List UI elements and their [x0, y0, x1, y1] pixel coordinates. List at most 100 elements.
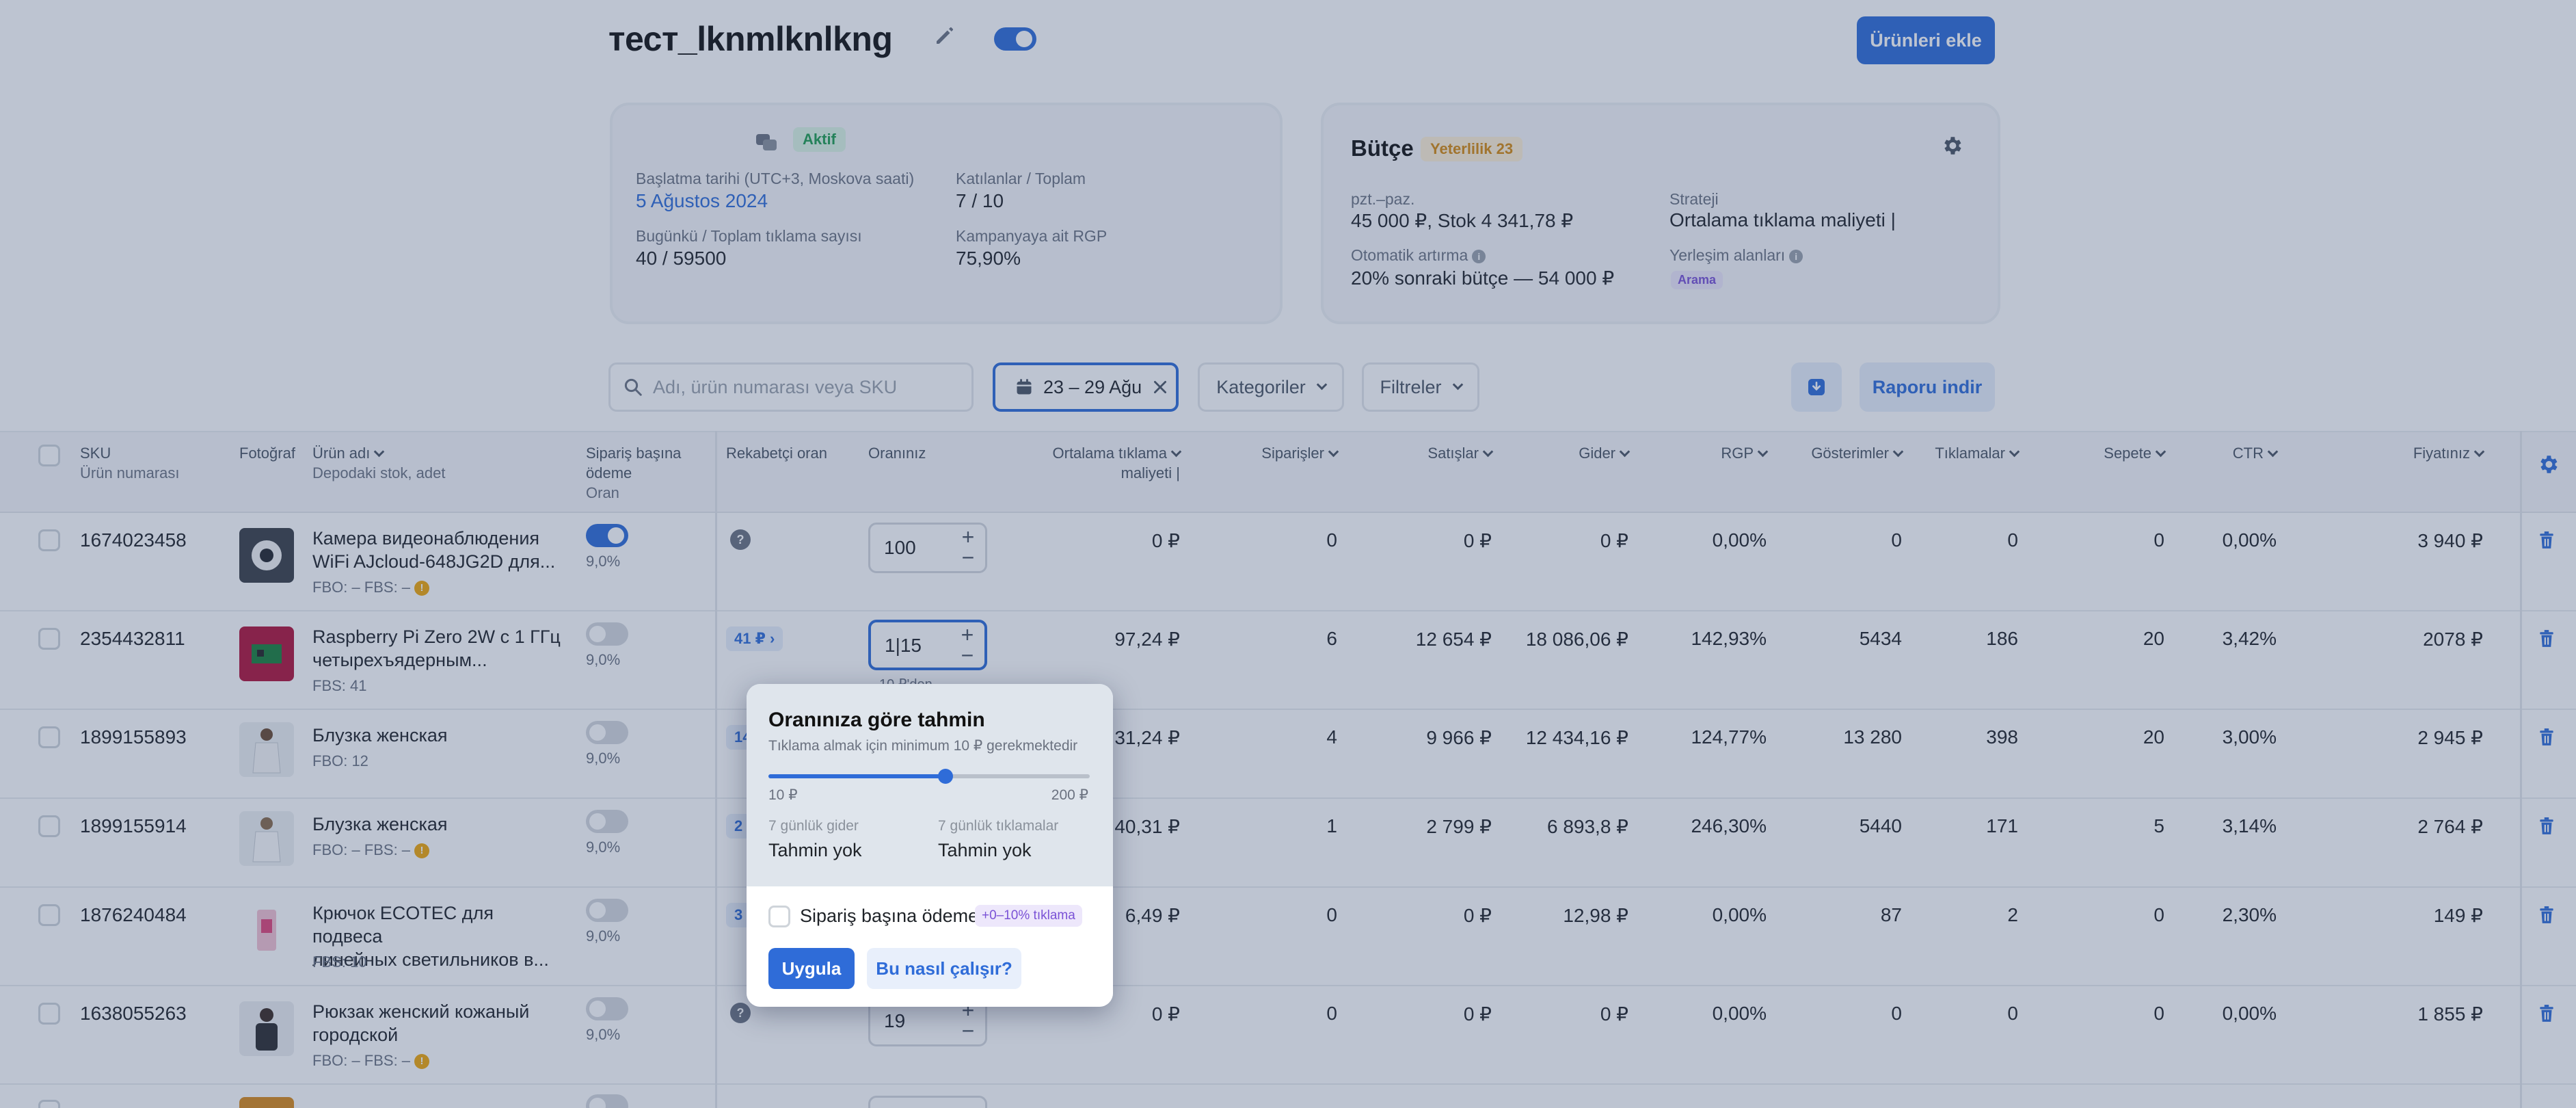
row-checkbox[interactable]	[38, 726, 60, 748]
add-products-button[interactable]: Ürünleri ekle	[1857, 16, 1995, 64]
pay-per-order-toggle[interactable]	[586, 997, 628, 1020]
slider-max: 200 ₽	[1051, 787, 1088, 803]
edit-pencil-icon[interactable]	[933, 23, 957, 48]
pay-per-order-rate: 9,0%	[586, 553, 621, 570]
stock-info: FBO: 12	[312, 752, 368, 769]
trash-icon[interactable]	[2538, 906, 2555, 925]
budget-settings-gear-icon[interactable]	[1940, 134, 1963, 157]
table-row[interactable]: 1899155893 Блузка женская FBO: 12 9,0% 1…	[0, 711, 2576, 799]
rgp-cell: 0,00%	[1712, 904, 1767, 925]
trash-icon[interactable]	[2538, 728, 2555, 747]
download-report-button[interactable]: Raporu indir	[1860, 362, 1995, 412]
chevron-down-icon	[1892, 446, 1904, 458]
filters-label: Filtreler	[1380, 376, 1442, 397]
rate-stepper[interactable]: 100 + −	[868, 523, 987, 573]
actions-column-divider	[2520, 431, 2522, 1108]
col-rgp[interactable]: RGP	[1721, 443, 1769, 463]
select-all-checkbox[interactable]	[38, 445, 60, 466]
date-range-chip[interactable]: 23 – 29 Ağu	[993, 362, 1179, 412]
campaign-active-toggle[interactable]	[994, 27, 1036, 51]
col-avg-click-cost[interactable]: Ortalama tıklama maliyeti |	[1053, 443, 1182, 483]
clear-date-close-icon[interactable]	[1151, 378, 1169, 396]
categories-label: Kategoriler	[1216, 376, 1306, 397]
info-icon[interactable]: i	[1789, 249, 1803, 263]
competitor-rate-badge[interactable]: 41 ₽ ›	[726, 626, 783, 651]
product-name[interactable]: Блузка женская	[312, 724, 565, 747]
product-photo	[239, 903, 294, 958]
table-row[interactable]: 1899155914 Блузка женская FBO: – FBS: –!…	[0, 800, 2576, 888]
search-box[interactable]	[608, 362, 974, 412]
avg-click-cost-cell: 31,24 ₽	[1114, 727, 1180, 748]
how-it-works-button[interactable]: Bu nasıl çalışır?	[867, 948, 1021, 989]
trash-icon[interactable]	[2538, 629, 2555, 648]
schedule-value: 45 000 ₽, Stok 4 341,78 ₽	[1351, 210, 1574, 231]
col-name[interactable]: Ürün adı Depodaki stok, adet	[312, 443, 445, 483]
apply-button[interactable]: Uygula	[768, 948, 855, 989]
table-row[interactable]: 1876240484 Крючок ECOTEC для подвеса лине…	[0, 889, 2576, 986]
trash-icon[interactable]	[2538, 1004, 2555, 1023]
search-input[interactable]	[653, 376, 954, 398]
chevron-down-icon	[1757, 446, 1769, 458]
table-row-partial[interactable]	[0, 1086, 2576, 1108]
trash-icon[interactable]	[2538, 817, 2555, 836]
rgp-cell: 0,00%	[1712, 1003, 1767, 1024]
pay-per-order-toggle[interactable]	[586, 622, 628, 646]
clicks-label: Bugünkü / Toplam tıklama sayısı	[636, 227, 862, 245]
pay-per-order-toggle[interactable]	[586, 810, 628, 833]
product-name[interactable]: Raspberry Pi Zero 2W с 1 ГГц четырехъядер…	[312, 625, 565, 672]
col-orders[interactable]: Siparişler	[1261, 443, 1339, 463]
row-checkbox[interactable]	[38, 529, 60, 551]
pay-per-order-toggle[interactable]	[586, 899, 628, 922]
product-photo	[239, 722, 294, 777]
trash-icon[interactable]	[2538, 531, 2555, 550]
rate-stepper-active[interactable]: 1|15 + −	[868, 620, 987, 670]
clicks-cell: 0	[2007, 529, 2018, 551]
col-clicks[interactable]: Tıklamalar	[1935, 443, 2020, 463]
cart-cell: 5	[2154, 815, 2164, 836]
row-checkbox[interactable]	[38, 1100, 60, 1108]
row-checkbox[interactable]	[38, 628, 60, 650]
table-row[interactable]: 1674023458 Камера видеонаблюдения WiFi AJ…	[0, 514, 2576, 611]
question-icon[interactable]: ?	[730, 529, 751, 550]
col-expense[interactable]: Gider	[1579, 443, 1631, 463]
price-cell: 3 940 ₽	[2417, 530, 2483, 551]
pay-per-order-checkbox[interactable]	[768, 906, 790, 927]
info-icon[interactable]: i	[1472, 249, 1486, 263]
col-sales[interactable]: Satışlar	[1427, 443, 1494, 463]
rate-slider-handle[interactable]	[937, 769, 953, 784]
campaign-title: тест_lknmlknlkng	[608, 20, 893, 58]
strategy-value: Ortalama tıklama maliyeti |	[1669, 209, 1896, 230]
pay-per-order-toggle[interactable]	[586, 1094, 628, 1108]
pay-per-order-toggle[interactable]	[586, 524, 628, 547]
download-icon-button[interactable]	[1791, 362, 1842, 412]
frozen-columns-divider	[715, 431, 717, 1108]
pay-per-order-checkbox-label[interactable]: Sipariş başına ödeme	[800, 906, 978, 927]
rate-stepper[interactable]	[868, 1096, 987, 1108]
rate-slider[interactable]	[768, 769, 1090, 784]
cart-cell: 0	[2154, 904, 2164, 925]
product-name[interactable]: Рюкзак женский кожаный городской	[312, 1000, 565, 1046]
table-row[interactable]: 2354432811 Raspberry Pi Zero 2W с 1 ГГц ч…	[0, 613, 2576, 710]
table-row[interactable]: 1638055263 Рюкзак женский кожаный городск…	[0, 988, 2576, 1085]
col-ctr[interactable]: CTR	[2233, 443, 2279, 463]
product-name[interactable]: Камера видеонаблюдения WiFi AJcloud-648JG…	[312, 527, 565, 573]
sku-cell: 1674023458	[80, 529, 187, 551]
rgp-cell: 124,77%	[1691, 726, 1767, 748]
col-price[interactable]: Fiyatınız	[2413, 443, 2485, 463]
categories-dropdown[interactable]: Kategoriler	[1198, 362, 1344, 412]
col-impressions[interactable]: Gösterimler	[1811, 443, 1904, 463]
col-cart[interactable]: Sepete	[2104, 443, 2166, 463]
product-name[interactable]: Блузка женская	[312, 813, 565, 836]
price-cell: 1 855 ₽	[2417, 1003, 2483, 1025]
start-date-value[interactable]: 5 Ağustos 2024	[636, 190, 768, 212]
popover-title: Oranınıza göre tahmin	[768, 709, 985, 731]
table-settings-gear-icon[interactable]	[2536, 453, 2560, 476]
row-checkbox[interactable]	[38, 1003, 60, 1025]
pay-per-order-toggle[interactable]	[586, 721, 628, 744]
calendar-icon	[1017, 379, 1032, 395]
filters-dropdown[interactable]: Filtreler	[1362, 362, 1479, 412]
rgp-cell: 0,00%	[1712, 529, 1767, 551]
joined-label: Katılanlar / Toplam	[956, 170, 1086, 187]
row-checkbox[interactable]	[38, 904, 60, 926]
row-checkbox[interactable]	[38, 815, 60, 837]
